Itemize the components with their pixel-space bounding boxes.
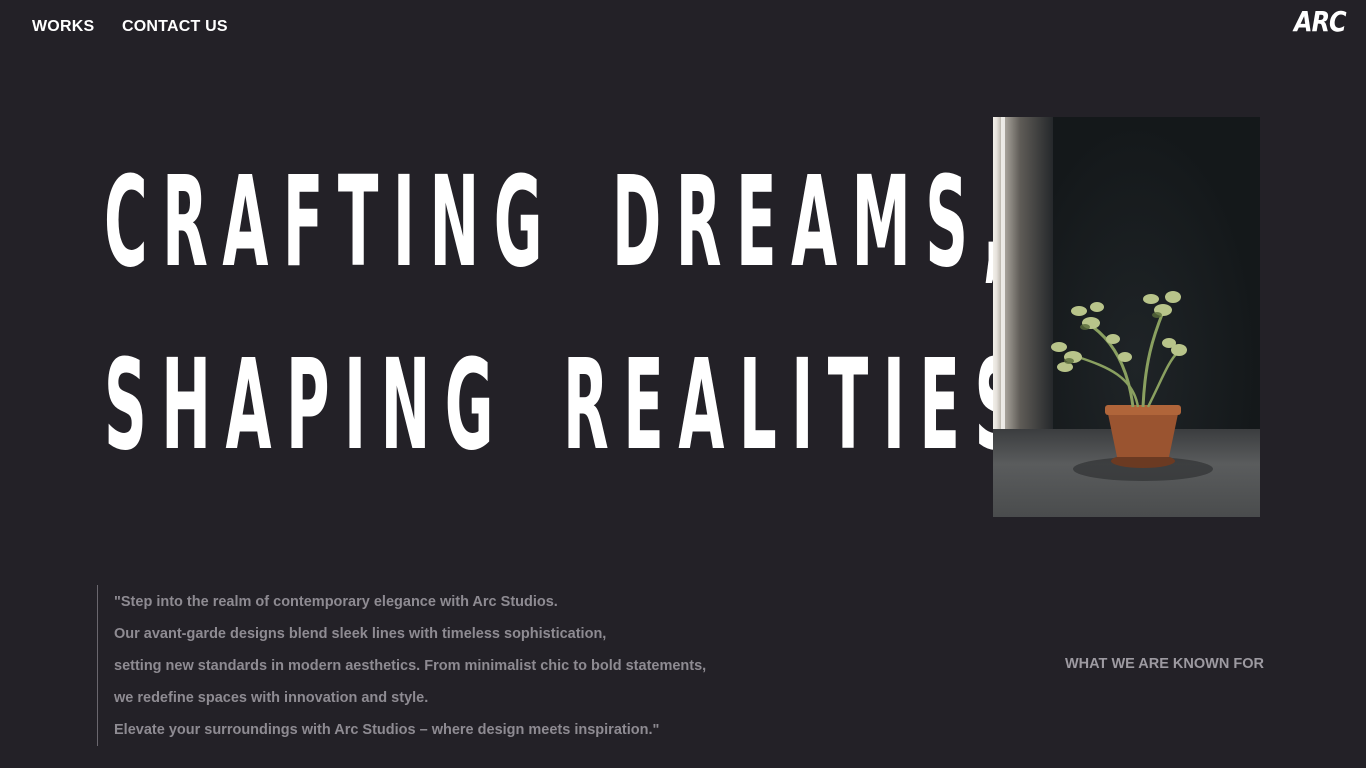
quote-line-3: setting new standards in modern aestheti… — [114, 658, 707, 674]
arc-logo[interactable]: ARC — [1294, 6, 1347, 38]
headline-line-2: SHAPING REALITIES. — [104, 331, 1069, 478]
known-for-link[interactable]: WHAT WE ARE KNOWN FOR — [1065, 656, 1264, 672]
potted-plant-photo — [993, 117, 1260, 517]
plant-icon — [1051, 291, 1213, 481]
quote-line-1: "Step into the realm of contemporary ele… — [114, 594, 558, 610]
top-navigation: WORKS CONTACT US ARC — [0, 0, 1366, 56]
headline-line-1: CRAFTING DREAMS, — [104, 148, 1020, 295]
studio-quote: "Step into the realm of contemporary ele… — [97, 585, 706, 746]
quote-line-4: we redefine spaces with innovation and s… — [114, 690, 429, 706]
quote-line-2: Our avant-garde designs blend sleek line… — [114, 626, 607, 642]
quote-line-5: Elevate your surroundings with Arc Studi… — [114, 722, 660, 738]
nav-link-contact-us[interactable]: CONTACT US — [122, 18, 228, 36]
nav-link-works[interactable]: WORKS — [32, 18, 94, 36]
